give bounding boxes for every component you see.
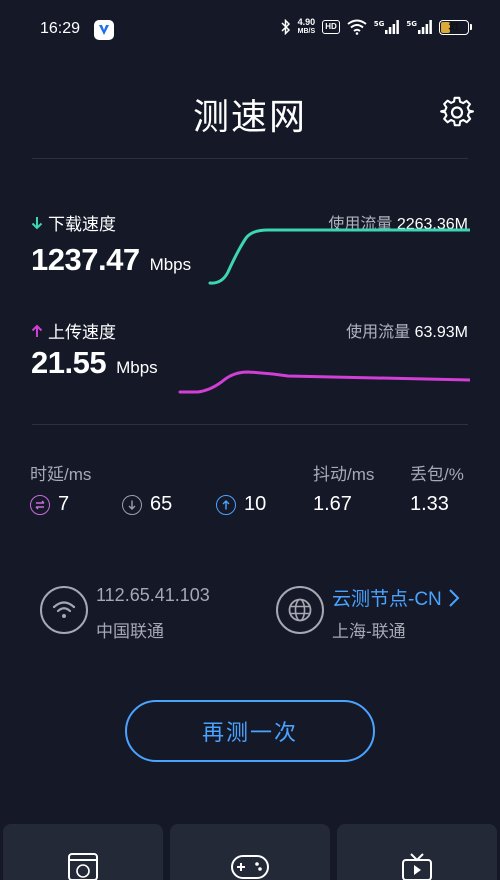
- upload-speed-value: 21.55: [31, 345, 107, 380]
- packet-loss-value: 1.33: [410, 493, 449, 515]
- video-test-card[interactable]: [337, 824, 497, 880]
- wifi-icon: [347, 19, 367, 35]
- network-speed: 4.90 MB/S: [298, 18, 316, 36]
- ping-upload-value: 10: [244, 493, 267, 515]
- upload-speed: 21.55 Mbps: [31, 345, 158, 381]
- network-speed-value: 4.90: [297, 17, 316, 27]
- network-speed-unit: MB/S: [297, 28, 316, 35]
- signal-2-label: 5G: [406, 20, 417, 28]
- signal-1-label: 5G: [373, 20, 385, 28]
- page-title: 测速网: [192, 96, 307, 137]
- ping-download-value: 65: [150, 493, 173, 515]
- server-globe-icon[interactable]: [276, 586, 324, 634]
- jitter-value: 1.67: [313, 493, 352, 515]
- battery-level: 31: [448, 21, 460, 33]
- upload-speed-graph: [178, 370, 470, 394]
- latency-label: 时延/ms: [30, 465, 92, 484]
- battery-indicator: 31: [439, 19, 472, 35]
- ping-idle-value: 7: [58, 493, 70, 515]
- download-arrow-icon: [31, 216, 43, 229]
- upload-usage-label: 使用流量: [346, 324, 411, 341]
- upload-speed-unit: Mbps: [116, 358, 158, 377]
- packet-loss-label: 丢包/%: [410, 465, 464, 484]
- status-indicators: 4.90 MB/S HD 5G 5G 31: [281, 18, 472, 36]
- hd-voice-icon: HD: [322, 20, 340, 34]
- game-test-card[interactable]: [170, 824, 330, 880]
- signal-bars-icon: [385, 20, 400, 34]
- wifi-connection-icon: [40, 586, 88, 634]
- ping-upload: 10: [216, 493, 266, 516]
- download-speed-unit: Mbps: [149, 255, 192, 274]
- settings-button[interactable]: [440, 96, 474, 130]
- battery-icon: 31: [439, 19, 469, 35]
- ip-address: 112.65.41.103: [96, 585, 210, 605]
- status-time: 16:29: [40, 20, 81, 37]
- upload-latency-icon: [216, 494, 236, 515]
- signal-1: 5G: [374, 20, 400, 34]
- header-divider: [32, 158, 468, 159]
- ping-download: 65: [122, 493, 172, 516]
- gamepad-icon: [231, 855, 269, 879]
- upload-usage: 使用流量 63.93M: [346, 318, 468, 342]
- download-speed-value: 1237.47: [31, 242, 140, 277]
- download-latency-icon: [122, 494, 142, 515]
- signal-bars-icon: [418, 20, 432, 34]
- upload-label: 上传速度: [30, 318, 116, 343]
- download-label-text: 下载速度: [48, 215, 116, 234]
- download-speed-graph: [208, 228, 470, 285]
- download-speed: 1237.47 Mbps: [31, 242, 191, 278]
- server-node-selector[interactable]: 云测节点-CN: [332, 584, 460, 611]
- isp-name: 中国联通: [96, 622, 164, 641]
- server-location: 上海-联通: [332, 622, 406, 641]
- tv-icon: [402, 853, 432, 880]
- server-node-name: 云测节点-CN: [332, 589, 442, 610]
- chevron-right-icon: [449, 588, 460, 607]
- web-browser-icon: [68, 853, 98, 880]
- ping-idle: 7: [30, 493, 69, 516]
- gear-icon: [440, 96, 474, 127]
- upload-arrow-icon: [31, 324, 43, 337]
- retest-button[interactable]: 再测一次: [125, 700, 375, 762]
- download-label: 下载速度: [30, 210, 116, 235]
- idle-latency-icon: [30, 494, 50, 515]
- app-notification-icon: [94, 20, 114, 40]
- bluetooth-icon: [281, 19, 290, 35]
- signal-2: 5G: [406, 20, 432, 34]
- jitter-label: 抖动/ms: [313, 465, 375, 484]
- web-test-card[interactable]: [3, 824, 163, 880]
- speed-divider: [32, 424, 468, 425]
- upload-label-text: 上传速度: [48, 323, 116, 342]
- upload-usage-value: 63.93M: [414, 324, 468, 341]
